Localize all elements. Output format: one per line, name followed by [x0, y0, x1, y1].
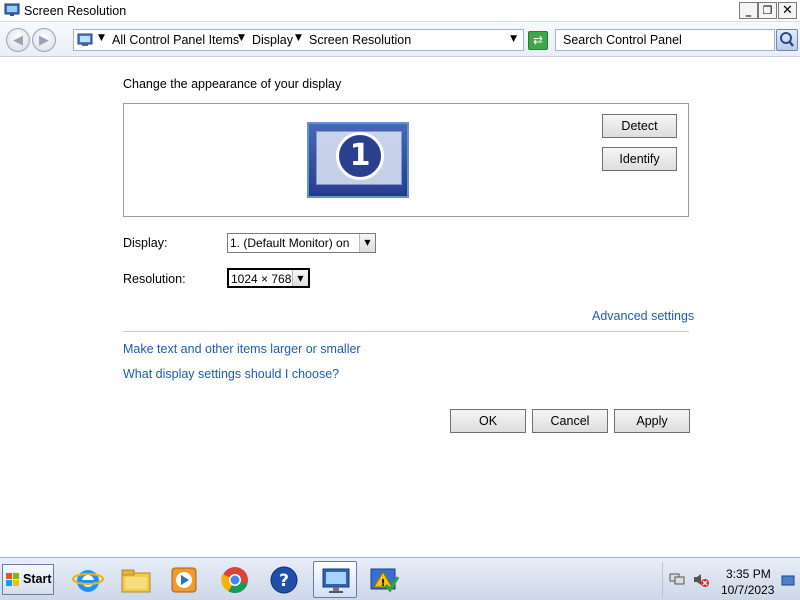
- resolution-label: Resolution:: [123, 272, 186, 286]
- chevron-down-icon[interactable]: ▼: [292, 270, 308, 286]
- maximize-button[interactable]: ❐: [758, 2, 777, 19]
- clock-date[interactable]: 10/7/2023: [721, 583, 774, 597]
- action-center-icon: !: [370, 568, 400, 593]
- breadcrumb-screen-resolution[interactable]: Screen Resolution: [309, 33, 411, 47]
- display-select[interactable]: 1. (Default Monitor) on ▼: [227, 233, 376, 253]
- taskbar-internet-explorer[interactable]: [66, 561, 110, 598]
- taskbar-media-player[interactable]: [162, 561, 206, 598]
- chevron-down-icon[interactable]: ▼: [359, 234, 375, 252]
- minimize-button[interactable]: _: [739, 2, 758, 19]
- page-heading: Change the appearance of your display: [123, 77, 342, 91]
- breadcrumb-chevron-icon[interactable]: ▼: [98, 33, 105, 43]
- system-tray: 3:35 PM 10/7/2023: [662, 562, 798, 598]
- start-button[interactable]: Start: [2, 564, 54, 595]
- svg-text:!: !: [381, 578, 386, 589]
- detect-button[interactable]: Detect: [602, 114, 677, 138]
- forward-arrow-icon: ▶: [39, 32, 49, 47]
- refresh-icon: ⇄: [532, 33, 544, 47]
- taskbar-chrome[interactable]: [213, 561, 257, 598]
- address-toolbar: ◀ ▶ ▼ All Control Panel Items ▼ Display …: [0, 23, 800, 57]
- make-text-larger-link[interactable]: Make text and other items larger or smal…: [123, 342, 361, 356]
- cancel-button[interactable]: Cancel: [532, 409, 608, 433]
- display-select-value: 1. (Default Monitor) on: [230, 236, 350, 250]
- monitor-screen: 1: [312, 127, 404, 193]
- address-bar[interactable]: ▼ All Control Panel Items ▼ Display ▼ Sc…: [73, 29, 524, 51]
- internet-explorer-icon: [72, 570, 104, 592]
- control-panel-icon: [77, 33, 93, 46]
- window-title: Screen Resolution: [24, 4, 127, 18]
- address-history-dropdown-icon[interactable]: ▼: [510, 34, 517, 44]
- search-button[interactable]: [776, 29, 798, 51]
- breadcrumb-chevron-icon[interactable]: ▼: [238, 33, 245, 43]
- breadcrumb-chevron-icon[interactable]: ▼: [295, 33, 302, 43]
- volume-muted-icon[interactable]: [693, 572, 709, 588]
- resolution-select-value: 1024 × 768: [231, 272, 292, 286]
- forward-button[interactable]: ▶: [32, 28, 56, 52]
- network-icon[interactable]: [669, 571, 685, 587]
- identify-button[interactable]: Identify: [602, 147, 677, 171]
- clock-time[interactable]: 3:35 PM: [726, 567, 771, 581]
- search-icon: [780, 32, 794, 47]
- breadcrumb-display[interactable]: Display: [252, 33, 293, 47]
- title-bar: Screen Resolution _ ❐ ✕: [0, 0, 800, 22]
- svg-text:?: ?: [279, 571, 289, 591]
- display-settings-icon: [322, 568, 350, 593]
- chrome-icon: [221, 567, 248, 594]
- apply-button[interactable]: Apply: [614, 409, 690, 433]
- advanced-settings-link[interactable]: Advanced settings: [592, 309, 694, 323]
- start-label: Start: [23, 572, 52, 586]
- windows-flag-icon: [6, 573, 19, 586]
- file-explorer-icon: [121, 569, 151, 593]
- media-player-icon: [171, 567, 197, 593]
- divider: [123, 331, 689, 332]
- taskbar-action-center[interactable]: !: [362, 561, 406, 598]
- monitor-number: 1: [336, 132, 384, 180]
- taskbar-help[interactable]: ?: [262, 561, 306, 598]
- back-button[interactable]: ◀: [6, 28, 30, 52]
- close-button[interactable]: ✕: [778, 2, 797, 19]
- display-label: Display:: [123, 236, 168, 250]
- taskbar-display-settings[interactable]: [313, 561, 357, 598]
- display-app-icon: [4, 3, 20, 16]
- search-input[interactable]: Search Control Panel: [555, 29, 775, 51]
- back-arrow-icon: ◀: [13, 32, 23, 47]
- taskbar-file-explorer[interactable]: [114, 561, 158, 598]
- monitor-1-thumbnail[interactable]: 1: [307, 122, 409, 198]
- breadcrumb-all-control-panel-items[interactable]: All Control Panel Items: [112, 33, 239, 47]
- refresh-button[interactable]: ⇄: [528, 31, 548, 50]
- display-settings-help-link[interactable]: What display settings should I choose?: [123, 367, 339, 381]
- ok-button[interactable]: OK: [450, 409, 526, 433]
- taskbar: Start ? ! 3:35 PM 10/7/2023: [0, 557, 800, 600]
- resolution-select[interactable]: 1024 × 768 ▼: [227, 268, 310, 288]
- display-preview-panel: 1 Detect Identify: [123, 103, 689, 217]
- help-icon: ?: [270, 566, 298, 594]
- show-desktop-icon[interactable]: [781, 575, 795, 587]
